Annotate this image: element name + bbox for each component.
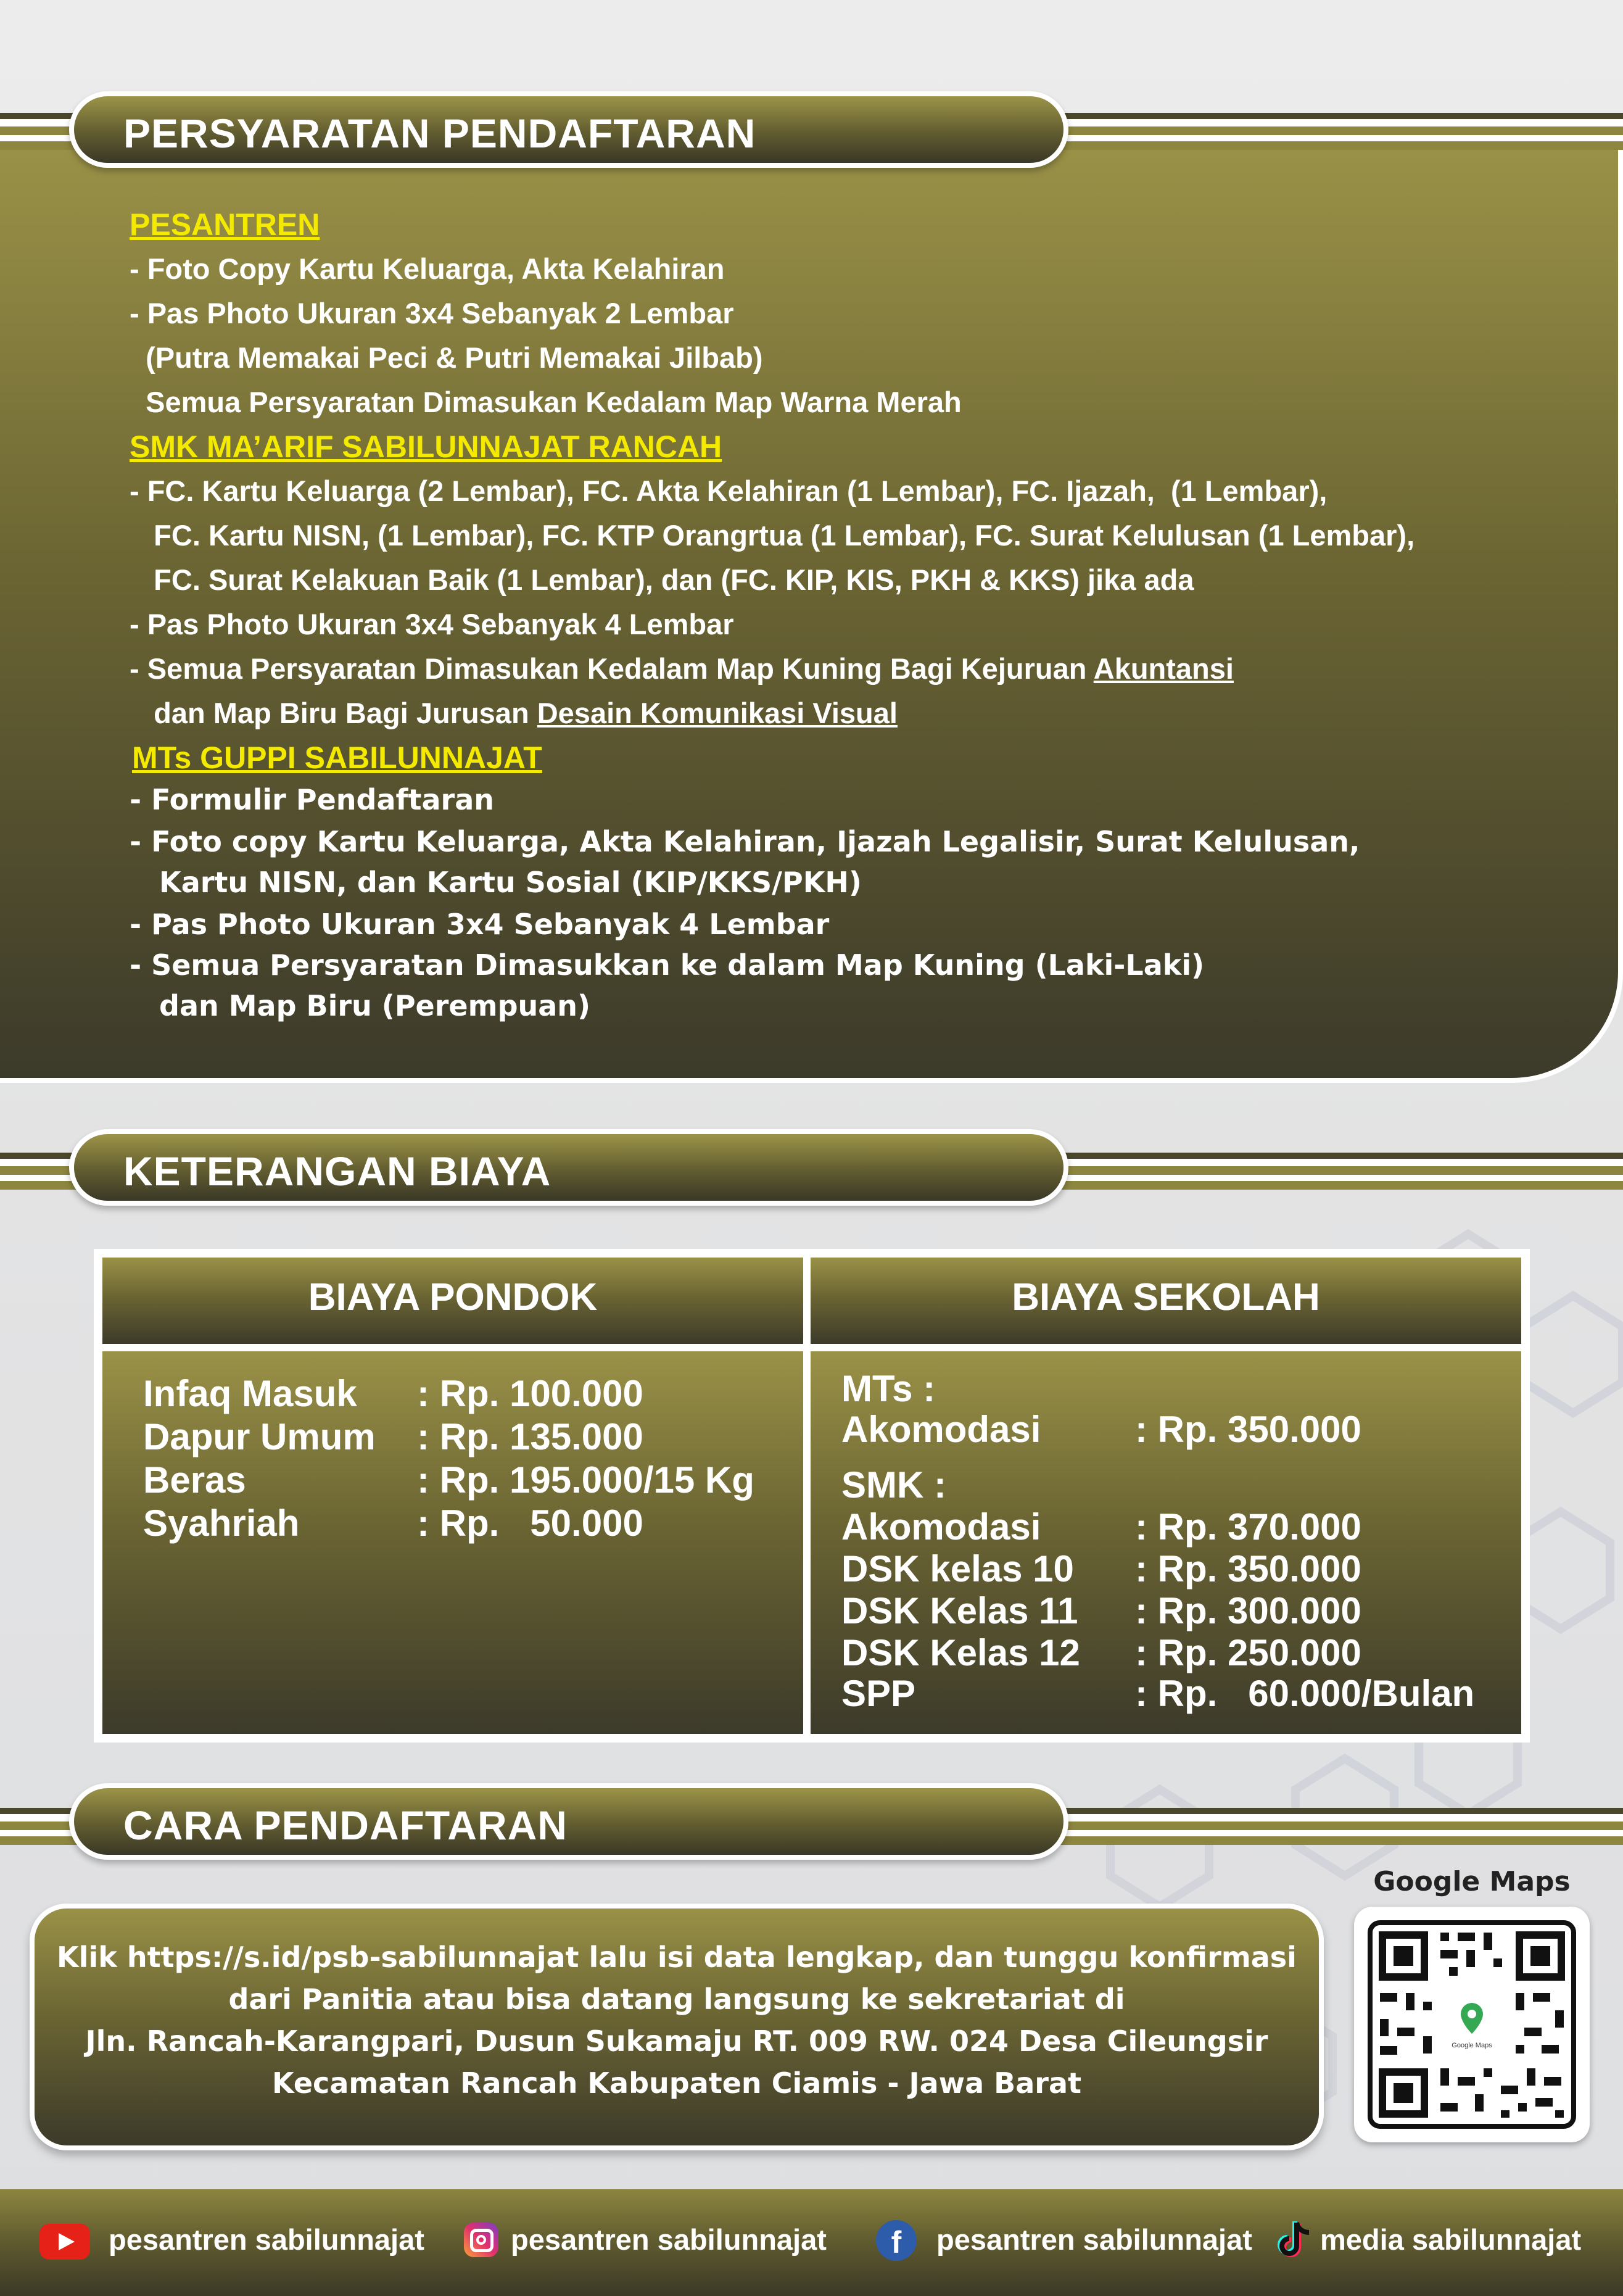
pesantren-line: Semua Persyaratan Dimasukan Kedalam Map … bbox=[130, 386, 962, 418]
fees-title-pill: KETERANGAN BIAYA bbox=[69, 1129, 1068, 1206]
fee-value: : Rp. 100.000 bbox=[417, 1373, 643, 1414]
mts-heading: MTs GUPPI SABILUNNAJAT bbox=[132, 740, 542, 775]
smk-heading: SMK MA’ARIF SABILUNNAJAT RANCAH bbox=[130, 429, 722, 464]
facebook-icon[interactable]: f bbox=[876, 2220, 917, 2261]
registration-address: Kecamatan Rancah Kabupaten Ciamis - Jawa… bbox=[272, 2066, 1081, 2100]
registration-box: Klik https://s.id/psb-sabilunnajat lalu … bbox=[30, 1904, 1324, 2150]
requirements-title: PERSYARATAN PENDAFTARAN bbox=[123, 110, 756, 156]
pesantren-line: - Foto Copy Kartu Keluarga, Akta Kelahir… bbox=[130, 252, 725, 285]
major-dkv: Desain Komunikasi Visual bbox=[537, 697, 898, 729]
pesantren-line: - Pas Photo Ukuran 3x4 Sebanyak 2 Lembar bbox=[130, 297, 734, 329]
mts-line: - Semua Persyaratan Dimasukkan ke dalam … bbox=[130, 948, 1205, 982]
facebook-link[interactable]: pesantren sabilunnajat bbox=[936, 2223, 1252, 2257]
registration-line: dari Panitia atau bisa datang langsung k… bbox=[228, 1983, 1125, 2016]
fee-value: : Rp. 250.000 bbox=[1135, 1632, 1361, 1673]
tiktok-icon[interactable] bbox=[1274, 2219, 1314, 2262]
mts-line: Kartu NISN, dan Kartu Sosial (KIP/KKS/PK… bbox=[130, 866, 862, 899]
mts-line: - Pas Photo Ukuran 3x4 Sebanyak 4 Lembar bbox=[130, 908, 830, 941]
sekolah-fees-cell: MTs : Akomodasi : Rp. 350.000 SMK : Akom… bbox=[811, 1351, 1521, 1734]
registration-title-pill: CARA PENDAFTARAN bbox=[69, 1783, 1068, 1860]
instagram-icon[interactable] bbox=[464, 2223, 498, 2257]
smk-line: dan Map Biru Bagi Jurusan Desain Komunik… bbox=[130, 697, 898, 729]
mts-label: MTs : bbox=[841, 1368, 936, 1409]
tiktok-link[interactable]: media sabilunnajat bbox=[1320, 2223, 1581, 2257]
pondok-header-cell: BIAYA PONDOK bbox=[102, 1258, 803, 1344]
fee-value: : Rp. 195.000/15 Kg bbox=[417, 1459, 754, 1501]
requirements-panel: PESANTREN - Foto Copy Kartu Keluarga, Ak… bbox=[0, 148, 1623, 1083]
fee-value: : Rp. 350.000 bbox=[1135, 1409, 1361, 1450]
mts-line: - Foto copy Kartu Keluarga, Akta Kelahir… bbox=[130, 825, 1360, 858]
fee-label: Akomodasi bbox=[841, 1409, 1041, 1450]
footer-bar: pesantren sabilunnajat pesantren sabilun… bbox=[0, 2189, 1623, 2296]
fee-value: : Rp. 135.000 bbox=[417, 1416, 643, 1457]
smk-line: - Semua Persyaratan Dimasukan Kedalam Ma… bbox=[130, 652, 1234, 685]
qr-pattern: Google Maps bbox=[1379, 1931, 1565, 2118]
smk-line: FC. Surat Kelakuan Baik (1 Lembar), dan … bbox=[130, 563, 1194, 596]
fee-table: BIAYA PONDOK BIAYA SEKOLAH Infaq Masuk :… bbox=[94, 1249, 1530, 1743]
fee-label: DSK kelas 10 bbox=[841, 1548, 1074, 1589]
registration-address: Jln. Rancah-Karangpari, Dusun Sukamaju R… bbox=[85, 2025, 1268, 2058]
fee-label: DSK Kelas 12 bbox=[841, 1632, 1080, 1673]
qr-center-label: Google Maps bbox=[1452, 2042, 1492, 2049]
qr-code[interactable]: Google Maps bbox=[1368, 1920, 1576, 2129]
fee-label: DSK Kelas 11 bbox=[841, 1590, 1078, 1631]
maps-label: Google Maps bbox=[1373, 1866, 1571, 1897]
smk-line: - FC. Kartu Keluarga (2 Lembar), FC. Akt… bbox=[130, 475, 1328, 507]
instagram-link[interactable]: pesantren sabilunnajat bbox=[511, 2223, 827, 2257]
fee-label: Syahriah bbox=[143, 1502, 300, 1544]
fee-label: SPP bbox=[841, 1673, 916, 1714]
fee-value: : Rp. 350.000 bbox=[1135, 1548, 1361, 1589]
qr-code-card[interactable]: Google Maps bbox=[1354, 1907, 1590, 2142]
smk-line: - Pas Photo Ukuran 3x4 Sebanyak 4 Lembar bbox=[130, 608, 734, 640]
fee-value: : Rp. 60.000/Bulan bbox=[1135, 1673, 1475, 1714]
smk-line: FC. Kartu NISN, (1 Lembar), FC. KTP Oran… bbox=[130, 519, 1415, 552]
youtube-link[interactable]: pesantren sabilunnajat bbox=[109, 2223, 424, 2257]
requirements-title-pill: PERSYARATAN PENDAFTARAN bbox=[69, 91, 1068, 168]
sekolah-header-cell: BIAYA SEKOLAH bbox=[811, 1258, 1521, 1344]
fee-label: Beras bbox=[143, 1459, 246, 1501]
major-akuntansi: Akuntansi bbox=[1093, 652, 1234, 685]
smk-label: SMK : bbox=[841, 1464, 946, 1506]
fee-value: : Rp. 370.000 bbox=[1135, 1506, 1361, 1548]
fees-title: KETERANGAN BIAYA bbox=[123, 1148, 551, 1194]
sekolah-header: BIAYA SEKOLAH bbox=[1012, 1276, 1320, 1319]
fee-value: : Rp. 300.000 bbox=[1135, 1590, 1361, 1631]
youtube-icon[interactable] bbox=[39, 2224, 90, 2260]
pondok-header: BIAYA PONDOK bbox=[308, 1276, 598, 1319]
fee-value: : Rp. 50.000 bbox=[417, 1502, 643, 1544]
fee-label: Infaq Masuk bbox=[143, 1373, 357, 1414]
mts-line: - Formulir Pendaftaran bbox=[130, 783, 495, 816]
registration-link[interactable]: https://s.id/psb-sabilunnajat bbox=[127, 1941, 579, 1974]
registration-line: Klik https://s.id/psb-sabilunnajat lalu … bbox=[57, 1941, 1297, 1974]
mts-line: dan Map Biru (Perempuan) bbox=[130, 989, 591, 1022]
fee-label: Dapur Umum bbox=[143, 1416, 376, 1457]
pondok-fees-cell: Infaq Masuk : Rp. 100.000 Dapur Umum : R… bbox=[102, 1351, 803, 1734]
pesantren-heading: PESANTREN bbox=[130, 207, 320, 242]
pesantren-line: (Putra Memakai Peci & Putri Memakai Jilb… bbox=[130, 341, 763, 374]
fee-label: Akomodasi bbox=[841, 1506, 1041, 1548]
registration-title: CARA PENDAFTARAN bbox=[123, 1802, 568, 1848]
